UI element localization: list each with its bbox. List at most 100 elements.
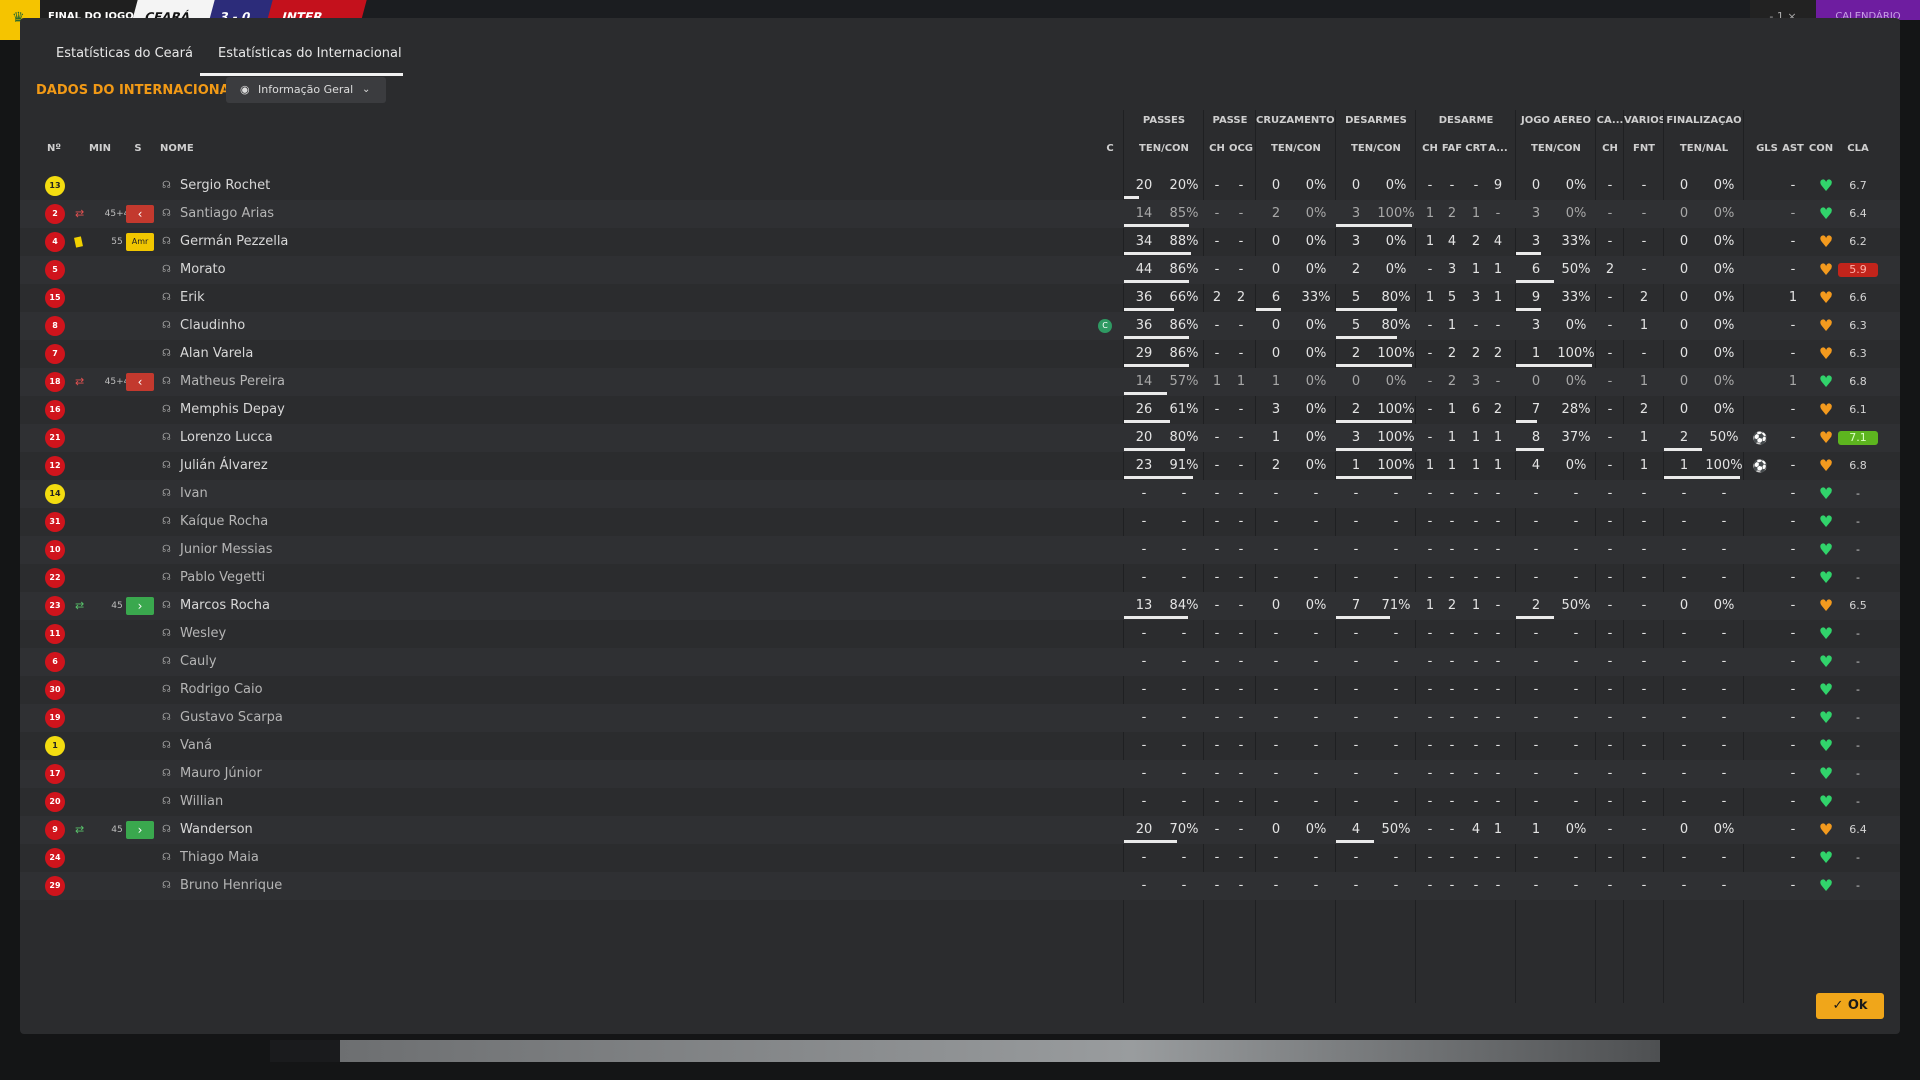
stat-p-0: - (1141, 514, 1147, 529)
table-row[interactable]: 31 ☊ Kaíque Rocha - - - - - - - - - - - - - - - - - - - ♥ - (20, 508, 1900, 536)
table-row[interactable]: 19 ☊ Gustavo Scarpa - - - - - - - - - - - - - - - - - - - ♥ - (20, 704, 1900, 732)
table-row[interactable]: 23 ⇄ 45 › ☊ Marcos Rocha 13 84% - -0 0% 7 71% 1 2 1-2 50… (20, 592, 1900, 620)
table-row[interactable]: 29 ☊ Bruno Henrique - - - - - - - - - - - - - - - - - - - ♥ - (20, 872, 1900, 900)
stat-ae-1: - (1573, 766, 1579, 781)
window-controls[interactable]: - 1 × (1750, 0, 1816, 23)
table-row[interactable]: 10 ☊ Junior Messias - - - - - - - - - - - - - - - - - - - ♥ - (20, 536, 1900, 564)
table-row[interactable]: 8 ☊ Claudinho C 36 86% - -0 0% 5 80% -1- -3 0% -1 0 0% - ♥… (20, 312, 1900, 340)
player-name[interactable]: Memphis Depay (180, 396, 285, 424)
player-name[interactable]: Lorenzo Lucca (180, 424, 273, 452)
column-header-s[interactable]: S (130, 143, 146, 154)
stat-cz-0: - (1273, 878, 1279, 893)
column-header-passe_ocg[interactable]: OCG (1228, 143, 1254, 154)
sub-in-badge[interactable]: › (126, 821, 154, 839)
player-name[interactable]: Vaná (180, 732, 212, 760)
sub-out-badge[interactable]: ‹ (126, 205, 154, 223)
column-header-final[interactable]: TEN/NAL (1664, 143, 1744, 154)
column-header-gls[interactable]: GLS (1756, 143, 1778, 154)
table-row[interactable]: 5 ☊ Morato 44 86% - -0 0% 2 0% -3 1 1 6 50% 2-0 0% - ♥ 5.9 (20, 256, 1900, 284)
column-header-ca_ch[interactable]: CH (1596, 143, 1624, 154)
player-name[interactable]: Gustavo Scarpa (180, 704, 283, 732)
stat-p-0: - (1141, 654, 1147, 669)
table-row[interactable]: 16 ☊ Memphis Depay 26 61% - -3 0% 2 100% -1 6 2 7 28% -… (20, 396, 1900, 424)
shirt-icon: 30 (45, 680, 65, 700)
column-header-passes[interactable]: TEN/CON (1124, 143, 1204, 154)
player-name[interactable]: Kaíque Rocha (180, 508, 268, 536)
column-header-des_crt[interactable]: CRT (1464, 143, 1488, 154)
column-header-des_a[interactable]: A... (1488, 143, 1508, 154)
stat-ae-0: - (1533, 710, 1539, 725)
column-header-ast[interactable]: AST (1782, 143, 1804, 154)
stat-dch: 1 (1425, 234, 1435, 249)
stat-ast: - (1790, 178, 1796, 193)
player-name[interactable]: Matheus Pereira (180, 368, 285, 396)
table-row[interactable]: 21 ☊ Lorenzo Lucca 20 80% - -1 0% 3 100% -1 1 1 8 37% -… (20, 424, 1900, 452)
table-row[interactable]: 18 ⇄ 45+4 ‹ ☊ Matheus Pereira 14 57% 1 1 1 0% 0 0% -2 3… (20, 368, 1900, 396)
table-row[interactable]: 7 ☊ Alan Varela 29 86% - -0 0% 2 100% -2 2 2 1 100% - -0… (20, 340, 1900, 368)
player-name[interactable]: Bruno Henrique (180, 872, 282, 900)
table-row[interactable]: 24 ☊ Thiago Maia - - - - - - - - - - - - - - - - - - - ♥ - (20, 844, 1900, 872)
column-header-min[interactable]: MIN (80, 143, 120, 154)
player-name[interactable]: Cauly (180, 648, 217, 676)
table-row[interactable]: 9 ⇄ 45 › ☊ Wanderson 20 70% - -0 0% 4 50% - -4 1 1 0% - -0 0… (20, 816, 1900, 844)
player-name[interactable]: Santiago Arias (180, 200, 274, 228)
player-name[interactable]: Mauro Júnior (180, 760, 262, 788)
player-name[interactable]: Germán Pezzella (180, 228, 288, 256)
player-name[interactable]: Ivan (180, 480, 208, 508)
column-header-des_faf[interactable]: FAF (1440, 143, 1464, 154)
column-header-des_ch[interactable]: CH (1420, 143, 1440, 154)
player-name[interactable]: Erik (180, 284, 205, 312)
table-row[interactable]: 1 ☊ Vaná - - - - - - - - - - - - - - - - - - - ♥ - (20, 732, 1900, 760)
column-header-nome[interactable]: NOME (160, 143, 220, 154)
stat-ae-1: - (1573, 710, 1579, 725)
stat-fnt: - (1641, 822, 1647, 837)
table-row[interactable]: 17 ☊ Mauro Júnior - - - - - - - - - - - - - - - - - - - ♥ - (20, 760, 1900, 788)
player-name[interactable]: Alan Varela (180, 340, 253, 368)
stat-p-0: - (1141, 570, 1147, 585)
player-name[interactable]: Junior Messias (180, 536, 272, 564)
ok-button[interactable]: ✓ Ok (1816, 993, 1884, 1019)
yellow-card-badge[interactable]: Amr (126, 233, 154, 251)
player-name[interactable]: Willian (180, 788, 223, 816)
tab-ceara-stats[interactable]: Estatísticas do Ceará (56, 46, 193, 61)
column-header-passe_ch[interactable]: CH (1206, 143, 1228, 154)
table-row[interactable]: 30 ☊ Rodrigo Caio - - - - - - - - - - - - - - - - - - - ♥ - (20, 676, 1900, 704)
column-header-desarmes[interactable]: TEN/CON (1336, 143, 1416, 154)
table-row[interactable]: 4 55 Amr ☊ Germán Pezzella 34 88% - -0 0% 3 0% 1 4 2 4 3… (20, 228, 1900, 256)
player-name[interactable]: Claudinho (180, 312, 245, 340)
player-name[interactable]: Pablo Vegetti (180, 564, 265, 592)
player-name[interactable]: Thiago Maia (180, 844, 259, 872)
table-row[interactable]: 15 ☊ Erik 36 66% 2 2 6 33% 5 80% 1 5 3 1 9 33% -2 0 0% 1 ♥ 6.6 (20, 284, 1900, 312)
calendar-button[interactable]: CALENDÁRIO (1816, 0, 1920, 22)
table-row[interactable]: 20 ☊ Willian - - - - - - - - - - - - - - - - - - - ♥ - (20, 788, 1900, 816)
player-name[interactable]: Wanderson (180, 816, 253, 844)
stat-cach: - (1607, 402, 1613, 417)
table-row[interactable]: 11 ☊ Wesley - - - - - - - - - - - - - - - - - - - ♥ - (20, 620, 1900, 648)
table-row[interactable]: 2 ⇄ 45+4 ‹ ☊ Santiago Arias 14 85% - -2 0% 3 100% 1 2 1… (20, 200, 1900, 228)
shirt-icon: 29 (45, 876, 65, 896)
player-name[interactable]: Morato (180, 256, 226, 284)
column-header-c[interactable]: C (1102, 143, 1118, 154)
player-name[interactable]: Rodrigo Caio (180, 676, 263, 704)
sub-out-badge[interactable]: ‹ (126, 373, 154, 391)
stat-da: 1 (1493, 262, 1503, 277)
table-row[interactable]: 14 ☊ Ivan - - - - - - - - - - - - - - - - - - - ♥ - (20, 480, 1900, 508)
column-header-cla[interactable]: CLA (1838, 143, 1878, 154)
table-row[interactable]: 22 ☊ Pablo Vegetti - - - - - - - - - - - - - - - - - - - ♥ - (20, 564, 1900, 592)
player-name[interactable]: Julián Álvarez (180, 452, 268, 480)
column-header-con[interactable]: CON (1806, 143, 1836, 154)
table-row[interactable]: 12 ☊ Julián Álvarez 23 91% - -2 0% 1 100% 1 1 1 1 4 0% -… (20, 452, 1900, 480)
column-header-aereo[interactable]: TEN/CON (1516, 143, 1596, 154)
table-row[interactable]: 13 ☊ Sergio Rochet 20 20% - -0 0% 0 0% - - -9 0 0% - -0 0… (20, 172, 1900, 200)
column-header-cruz[interactable]: TEN/CON (1256, 143, 1336, 154)
player-name[interactable]: Sergio Rochet (180, 172, 270, 200)
view-dropdown[interactable]: ◉ Informação Geral ⌄ (226, 77, 386, 103)
column-header-num[interactable]: Nº (42, 143, 66, 154)
column-header-varios[interactable]: FNT (1624, 143, 1664, 154)
table-row[interactable]: 6 ☊ Cauly - - - - - - - - - - - - - - - - - - - ♥ - (20, 648, 1900, 676)
stat-da: - (1495, 374, 1501, 389)
player-name[interactable]: Marcos Rocha (180, 592, 270, 620)
tab-internacional-stats[interactable]: Estatísticas do Internacional (218, 46, 402, 61)
sub-in-badge[interactable]: › (126, 597, 154, 615)
player-name[interactable]: Wesley (180, 620, 226, 648)
